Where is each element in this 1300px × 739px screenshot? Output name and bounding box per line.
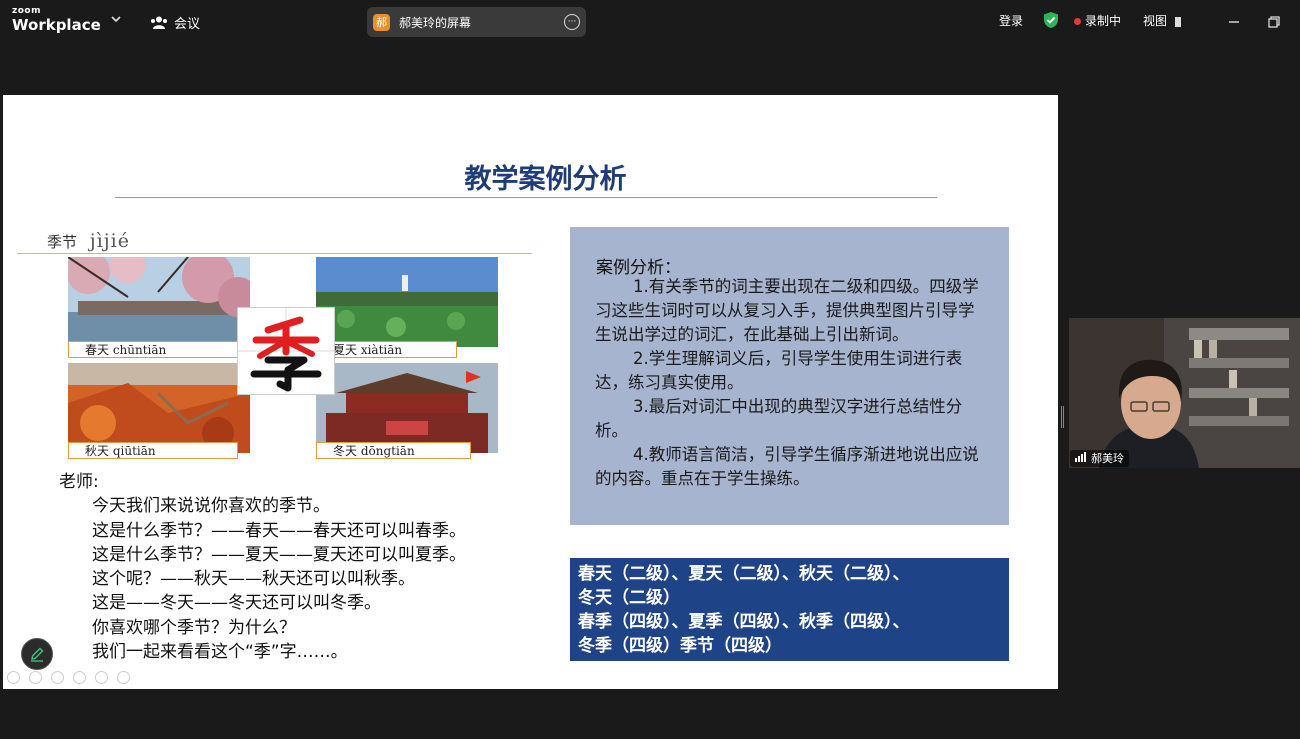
sharer-avatar: 郝 <box>373 13 390 31</box>
spring-photo <box>68 257 250 347</box>
teacher-line: 这是——冬天——冬天还可以叫冬季。 <box>92 593 381 614</box>
vocabulary-line: 冬季（四级）季节（四级） <box>578 636 782 656</box>
analysis-paragraph: 2.学生理解词义后，引导学生使用生词进行表达，练习真实使用。 <box>595 349 963 392</box>
teacher-line: 我们一起来看看这个“季”字……。 <box>92 642 348 663</box>
analysis-paragraph: 4.教师语言简洁，引导学生循序渐进地说出应说的内容。重点在于学生操练。 <box>595 445 979 488</box>
brand-main: Workplace <box>12 16 101 34</box>
teacher-line: 这是什么季节？——春天——春天还可以叫春季。 <box>92 520 466 541</box>
summer-photo <box>316 257 498 347</box>
people-icon <box>150 16 168 30</box>
more-icon[interactable]: ··· <box>564 14 580 30</box>
zoom-tool-icon[interactable] <box>95 671 108 684</box>
share-title: 郝美玲的屏幕 <box>399 15 472 30</box>
shared-slide: 教学案例分析 季节 jìjié 春天 chūntiān 夏天 xiàtiān 秋… <box>3 95 1058 689</box>
case-analysis-box: 案例分析： 1.有关季节的词主要出现在二级和四级。四级学习这些生词时可以从复习入… <box>570 227 1009 525</box>
teacher-line: 这是什么季节？——夏天——夏天还可以叫夏季。 <box>92 544 466 565</box>
teacher-line: 这个呢？——秋天——秋天还可以叫秋季。 <box>92 569 415 590</box>
recording-indicator[interactable]: 录制中 <box>1074 12 1121 29</box>
teacher-label: 老师: <box>59 472 99 492</box>
chevron-down-icon[interactable] <box>111 13 121 26</box>
screen-share-pill[interactable]: 郝 郝美玲的屏幕 ··· <box>367 7 586 37</box>
teacher-dialogue: 老师: 今天我们来说说你喜欢的季节。 这是什么季节？——春天——春天还可以叫春季… <box>59 470 466 664</box>
analysis-paragraph: 3.最后对词汇中出现的典型汉字进行总结性分析。 <box>595 397 963 440</box>
caption-summer: 夏天 xiàtiān <box>316 341 457 358</box>
character-ji-tile <box>237 307 335 395</box>
vocabulary-line: 春天（二级）、夏天（二级）、秋天（二级）、 <box>578 564 910 584</box>
signal-bars-icon <box>1075 450 1087 467</box>
annotate-pencil-icon[interactable] <box>21 638 53 670</box>
pointer-tool-icon[interactable] <box>73 671 86 684</box>
meeting-menu[interactable]: 会议 <box>150 13 200 32</box>
recording-label: 录制中 <box>1085 14 1122 28</box>
caption-spring: 春天 chūntiān <box>68 341 238 358</box>
zoom-workplace-logo[interactable]: zoom Workplace <box>12 7 101 33</box>
meeting-top-bar: zoom Workplace 会议 郝 郝美玲的屏幕 ··· 登录 录制中 视图 <box>0 0 1300 42</box>
vocabulary-level-box: 春天（二级）、夏天（二级）、秋天（二级）、 冬天（二级） 春季（四级）、夏季（四… <box>570 558 1009 661</box>
shield-check-icon[interactable] <box>1043 11 1059 33</box>
participant-name: 郝美玲 <box>1091 452 1124 465</box>
panel-resize-handle[interactable] <box>1061 406 1064 428</box>
brand-small: zoom <box>12 6 41 16</box>
view-label: 视图 <box>1143 14 1168 28</box>
login-button[interactable]: 登录 <box>999 12 1023 29</box>
restore-icon[interactable] <box>1268 13 1280 32</box>
slide-title: 教学案例分析 <box>464 164 627 195</box>
pen-tool-icon[interactable] <box>51 671 64 684</box>
winter-photo <box>316 363 498 453</box>
view-menu[interactable]: 视图 <box>1143 12 1181 29</box>
word-header: 季节 jìjié <box>47 230 130 252</box>
slide-mini-toolbar <box>7 671 130 684</box>
vocabulary-line: 冬天（二级） <box>578 588 680 608</box>
teacher-line: 你喜欢哪个季节？为什么？ <box>92 617 296 638</box>
participant-video-tile[interactable] <box>1069 318 1300 468</box>
autumn-photo <box>68 363 250 453</box>
record-dot-icon <box>1074 18 1081 25</box>
previous-slide-icon[interactable] <box>7 671 20 684</box>
caption-winter: 冬天 dōngtiān <box>316 442 471 459</box>
word-hanzi: 季节 <box>47 233 78 251</box>
title-divider <box>115 197 937 198</box>
next-slide-icon[interactable] <box>29 671 42 684</box>
word-divider <box>17 253 532 254</box>
minimize-icon[interactable] <box>1228 13 1240 32</box>
caption-autumn: 秋天 qiūtiān <box>68 442 238 459</box>
more-options-icon[interactable] <box>117 671 130 684</box>
view-icon <box>1174 16 1181 27</box>
analysis-body: 1.有关季节的词主要出现在二级和四级。四级学习这些生词时可以从复习入手，提供典型… <box>595 275 990 491</box>
meeting-label: 会议 <box>174 17 201 32</box>
teacher-line: 今天我们来说说你喜欢的季节。 <box>92 496 330 517</box>
participant-name-label: 郝美玲 <box>1070 450 1129 467</box>
analysis-paragraph: 1.有关季节的词主要出现在二级和四级。四级学习这些生词时可以从复习入手，提供典型… <box>595 277 979 344</box>
vocabulary-line: 春季（四级）、夏季（四级）、秋季（四级）、 <box>578 612 910 632</box>
word-pinyin: jìjié <box>89 230 130 252</box>
